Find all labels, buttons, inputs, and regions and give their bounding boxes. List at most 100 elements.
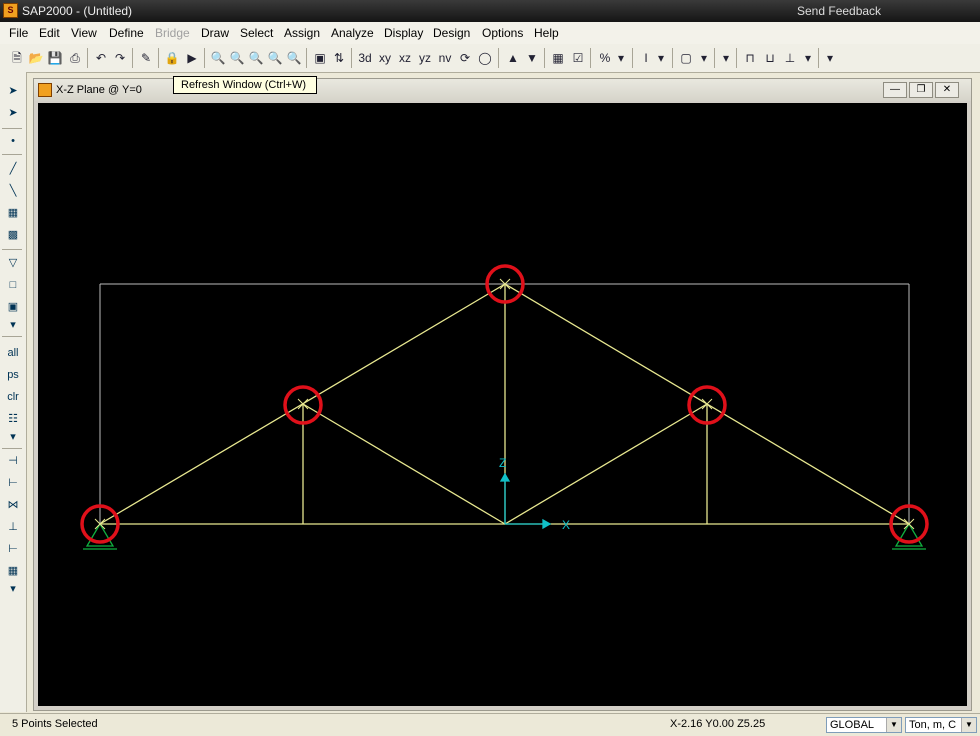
link-icon: ⊔: [765, 51, 775, 65]
clear-selection-button[interactable]: clr: [4, 388, 22, 406]
pointer-icon[interactable]: ➤: [4, 82, 22, 100]
draw-secondary-icon[interactable]: ▩: [4, 226, 22, 244]
model-view-window: X-Z Plane @ Y=0 — ❐ ✕ X Z: [33, 78, 972, 711]
snap-intersections-icon[interactable]: ⋈: [4, 496, 22, 514]
snap-lines-icon[interactable]: ⊢: [4, 540, 22, 558]
chevron-down-icon[interactable]: ▾: [4, 316, 22, 334]
refresh-pencil-icon[interactable]: ✎: [137, 49, 155, 67]
lock-icon[interactable]: 🔒: [163, 49, 181, 67]
rotate-view-icon[interactable]: ⟳: [456, 49, 474, 67]
chevron-down-icon[interactable]: ▼: [961, 718, 976, 732]
frame-diagonal-right[interactable]: [504, 403, 708, 525]
supports: [83, 522, 926, 550]
selection-status: 5 Points Selected: [12, 718, 98, 730]
chevron-down-icon[interactable]: ▾: [821, 49, 839, 67]
set-display-options-icon[interactable]: ▦: [549, 49, 567, 67]
menu-bar: File Edit View Define Bridge Draw Select…: [0, 22, 980, 45]
sap-app-icon[interactable]: S: [3, 3, 18, 18]
truss-drawing[interactable]: X Z: [38, 103, 967, 706]
menu-edit[interactable]: Edit: [39, 26, 60, 40]
toolbar-separator: [2, 154, 22, 155]
open-folder-icon[interactable]: 📂: [27, 49, 45, 67]
move-up-icon[interactable]: ▲: [504, 49, 522, 67]
snap-fine-grid-icon[interactable]: ▦: [4, 562, 22, 580]
menu-design[interactable]: Design: [433, 26, 470, 40]
draw-point-icon[interactable]: •: [4, 132, 22, 150]
quick-draw-area-icon[interactable]: ▣: [4, 298, 22, 316]
toolbar-separator: [2, 249, 22, 250]
menu-display[interactable]: Display: [384, 26, 423, 40]
menu-assign[interactable]: Assign: [284, 26, 320, 40]
chevron-down-icon[interactable]: ▾: [717, 49, 735, 67]
previous-selection-button[interactable]: ps: [4, 366, 22, 384]
perspective-icon[interactable]: ◯: [476, 49, 494, 67]
rubber-band-icon[interactable]: ⇅: [330, 49, 348, 67]
send-feedback-link[interactable]: Send Feedback: [797, 4, 881, 18]
chevron-down-icon[interactable]: ▾: [652, 49, 670, 67]
model-canvas[interactable]: X Z: [38, 103, 967, 706]
view-yz-button[interactable]: yz: [416, 49, 434, 67]
menu-file[interactable]: File: [9, 26, 28, 40]
chevron-down-icon[interactable]: ▾: [799, 49, 817, 67]
axis-z-arrow: [499, 472, 511, 482]
toolbar-separator: [2, 128, 22, 129]
check-icon[interactable]: ☑: [569, 49, 587, 67]
zoom-previous-icon[interactable]: 🔍: [247, 49, 265, 67]
view-xz-button[interactable]: xz: [396, 49, 414, 67]
zoom-in-icon[interactable]: 🔍: [266, 49, 284, 67]
toolbar-separator: [736, 48, 737, 68]
select-all-button[interactable]: all: [4, 344, 22, 362]
intersecting-line-icon[interactable]: ☷: [4, 410, 22, 428]
print-icon[interactable]: ⎙: [66, 49, 84, 67]
menu-draw[interactable]: Draw: [201, 26, 229, 40]
view-3d-button[interactable]: 3d: [356, 49, 374, 67]
view-window-title: X-Z Plane @ Y=0: [56, 84, 142, 96]
chevron-down-icon[interactable]: ▾: [612, 49, 630, 67]
move-down-icon[interactable]: ▼: [523, 49, 541, 67]
draw-rectangle-icon[interactable]: □: [4, 276, 22, 294]
chevron-down-icon[interactable]: ▾: [695, 49, 713, 67]
pan-icon[interactable]: ▣: [311, 49, 329, 67]
chevron-down-icon[interactable]: ▾: [4, 428, 22, 446]
menu-options[interactable]: Options: [482, 26, 523, 40]
restore-icon[interactable]: ❐: [909, 82, 933, 98]
menu-analyze[interactable]: Analyze: [331, 26, 374, 40]
snap-ends-icon[interactable]: ⊢: [4, 474, 22, 492]
quick-draw-frame-icon[interactable]: ╲: [4, 182, 22, 200]
toolbar-separator: [632, 48, 633, 68]
draw-area-icon[interactable]: ▽: [4, 254, 22, 272]
undo-icon[interactable]: ↶: [92, 49, 110, 67]
coord-system-value: GLOBAL: [830, 719, 875, 731]
chevron-down-icon[interactable]: ▼: [886, 718, 901, 732]
zoom-out-icon[interactable]: 🔍: [285, 49, 303, 67]
menu-select[interactable]: Select: [240, 26, 273, 40]
truss-icon: ⊥: [784, 51, 796, 65]
view-xy-button[interactable]: xy: [376, 49, 394, 67]
frame-diagonal-left[interactable]: [302, 403, 506, 525]
zoom-window-icon[interactable]: 🔍: [209, 49, 227, 67]
frame-icon[interactable]: ⊓: [741, 49, 759, 67]
toolbar-separator: [306, 48, 307, 68]
zoom-full-icon[interactable]: 🔍: [228, 49, 246, 67]
minimize-icon[interactable]: —: [883, 82, 907, 98]
units-dropdown[interactable]: Ton, m, C ▼: [905, 717, 977, 733]
menu-view[interactable]: View: [71, 26, 97, 40]
new-file-icon[interactable]: 🗎: [8, 49, 26, 67]
snap-perpendicular-icon[interactable]: ⊥: [4, 518, 22, 536]
menu-define[interactable]: Define: [109, 26, 144, 40]
chevron-down-icon[interactable]: ▾: [4, 580, 22, 598]
close-icon[interactable]: ✕: [935, 82, 959, 98]
sap-window-icon: [38, 83, 52, 97]
draw-braces-icon[interactable]: ▦: [4, 204, 22, 222]
toolbar-separator: [132, 48, 133, 68]
side-toolbar: ➤ ➤ • ╱ ╲ ▦ ▩ ▽ □ ▣ ▾ all ps clr ☷ ▾ ⊣ ⊢…: [0, 72, 27, 712]
coord-system-dropdown[interactable]: GLOBAL ▼: [826, 717, 902, 733]
run-analysis-icon[interactable]: ▶: [183, 49, 201, 67]
draw-frame-icon[interactable]: ╱: [4, 160, 22, 178]
cursor-coordinates: X-2.16 Y0.00 Z5.25: [670, 718, 766, 730]
menu-help[interactable]: Help: [534, 26, 559, 40]
reshaper-icon[interactable]: ➤: [4, 104, 22, 122]
save-icon[interactable]: 💾: [46, 49, 64, 67]
snap-points-icon[interactable]: ⊣: [4, 452, 22, 470]
units-value: Ton, m, C: [909, 719, 957, 731]
